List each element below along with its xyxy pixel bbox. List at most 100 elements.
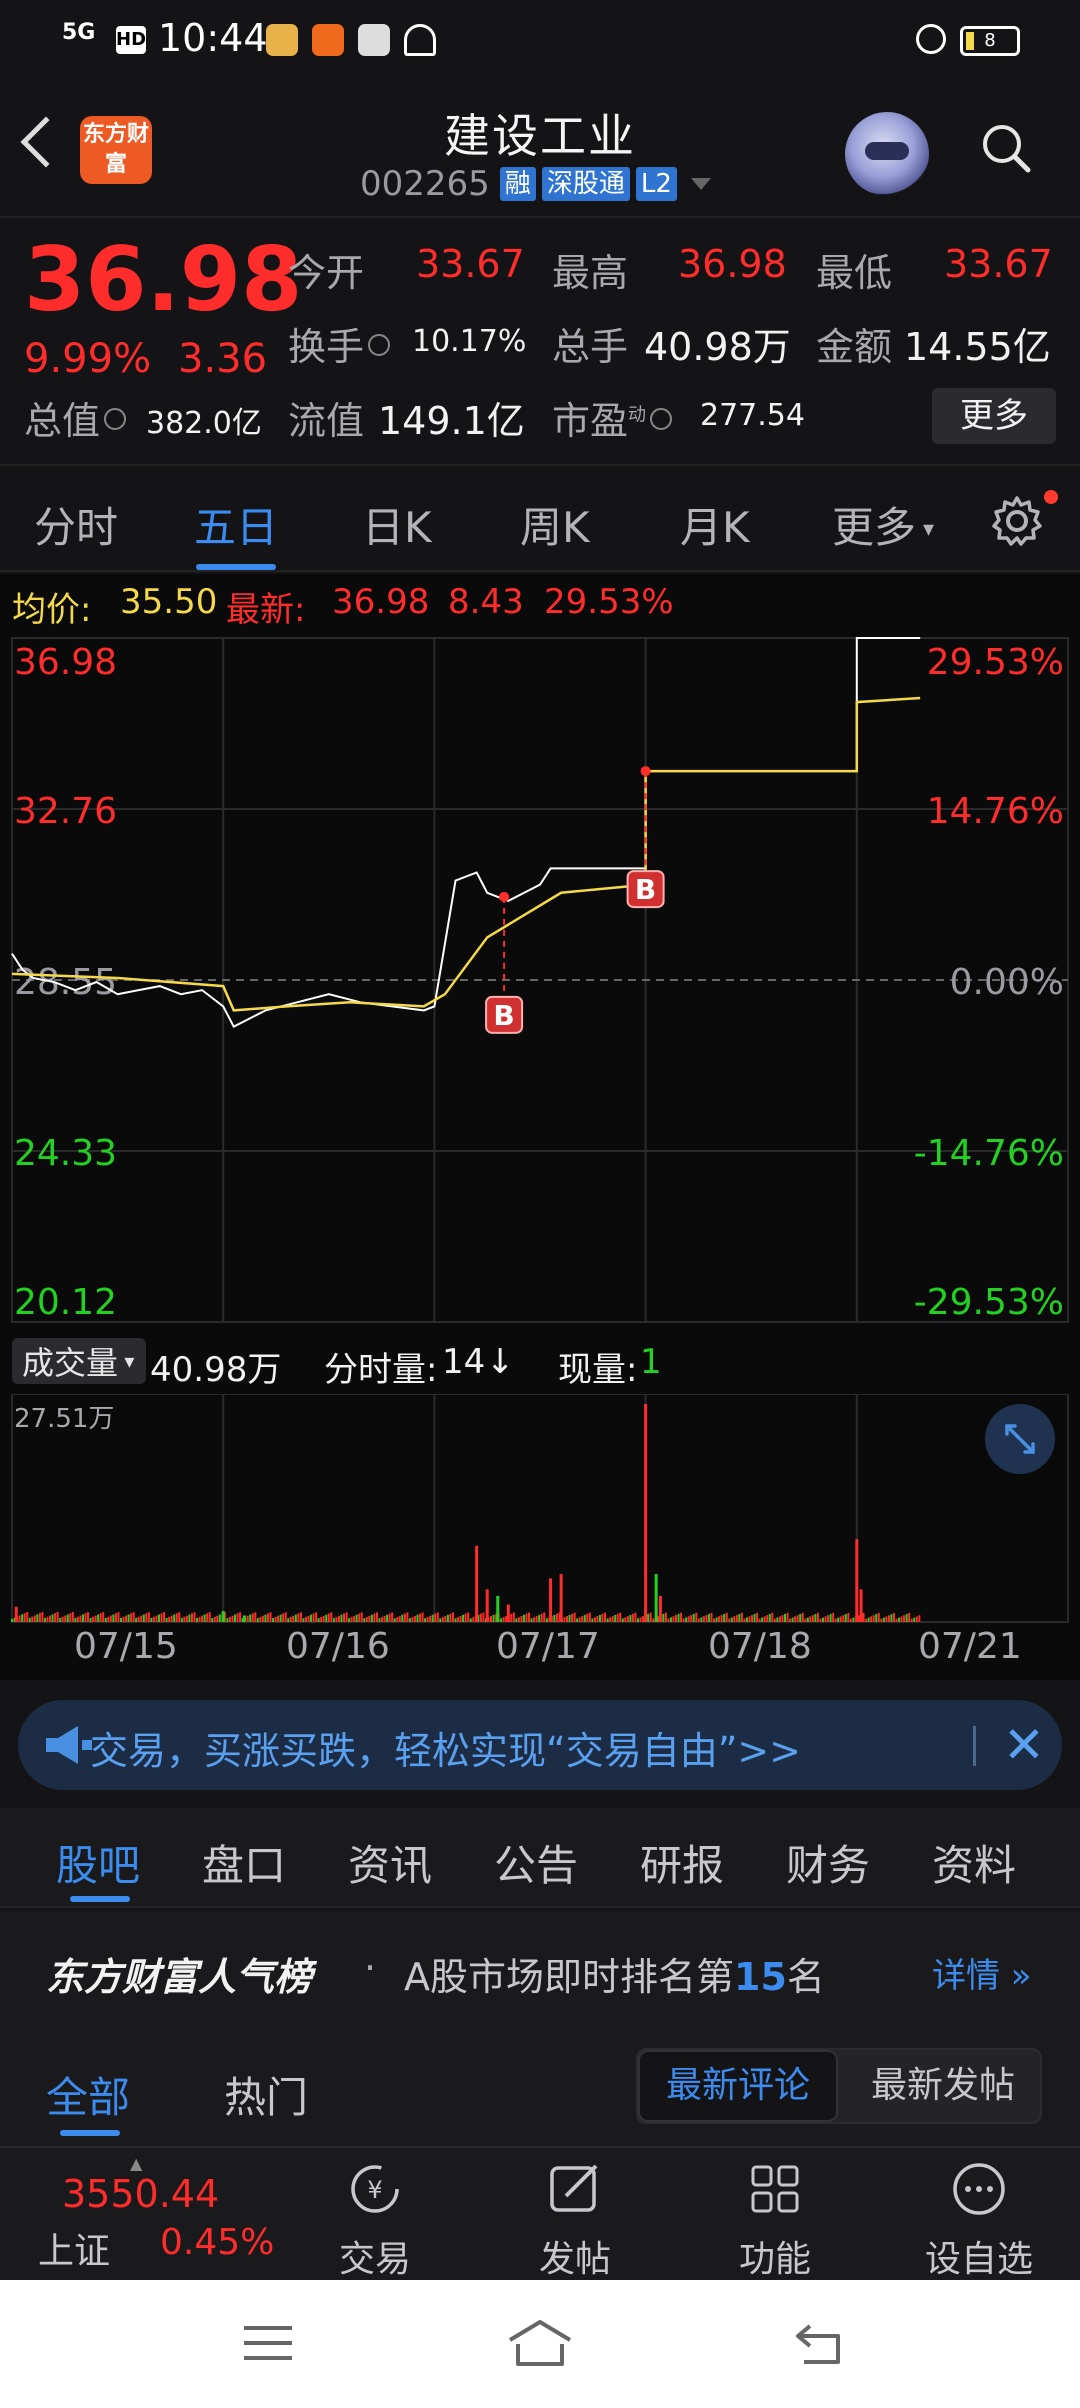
y-tick-right: 0.00% (950, 962, 1064, 1003)
y-tick-left: 20.12 (14, 1282, 117, 1323)
menu-icon[interactable] (240, 2320, 296, 2366)
nav-trade[interactable]: ¥ 交易 (300, 2158, 450, 2282)
tab-news[interactable]: 资讯 (348, 1832, 432, 1893)
rank-title: 东方财富人气榜 (46, 1955, 313, 1999)
avg-price-line (11, 696, 921, 1012)
tab-hot[interactable]: 热门 (224, 2064, 308, 2125)
amount-value: 14.55亿 (904, 325, 1051, 369)
down-arrow-icon: ↓ (486, 1342, 515, 1382)
turnover-value: 10.17% (412, 324, 527, 359)
home-icon[interactable] (504, 2316, 576, 2370)
volume-indicator-dropdown[interactable]: 成交量 ▾ (12, 1338, 146, 1384)
chevron-down-icon (690, 178, 711, 190)
latest-label: 最新: (226, 590, 306, 630)
tag-margin: 融 (499, 167, 536, 201)
signal-icon: 5G (62, 20, 96, 45)
app-notification-icon (312, 24, 344, 56)
y-tick-right: -14.76% (914, 1133, 1064, 1174)
tab-all[interactable]: 全部 (46, 2064, 130, 2125)
float-value: 149.1亿 (378, 399, 525, 443)
high-label: 最高 (552, 251, 629, 295)
y-tick-right: 14.76% (927, 791, 1064, 832)
banner-text: 交易，买涨买跌，轻松实现“交易自由”>> (90, 1729, 802, 1773)
megaphone-icon (46, 1726, 92, 1764)
info-icon (368, 334, 391, 356)
y-tick-left: 36.98 (14, 642, 117, 683)
trade-icon: ¥ (351, 2165, 399, 2213)
y-tick-left: 28.55 (14, 962, 117, 1003)
turnover-label: 换手 (288, 316, 394, 371)
date-tick: 07/16 (286, 1626, 390, 1667)
tab-weekly-k[interactable]: 周K (520, 494, 590, 555)
tag-l2: L2 (635, 167, 677, 201)
open-value: 33.67 (416, 242, 525, 286)
app-notification-icon (266, 24, 298, 56)
total-volume: 40.98万 (150, 1350, 282, 1390)
buy-marker-label: B (635, 873, 656, 906)
tab-daily-k[interactable]: 日K (362, 494, 432, 555)
settings-icon[interactable] (990, 494, 1044, 548)
stock-code-row[interactable]: 002265 融 深股通 L2 (360, 164, 711, 204)
app-notification-icon (358, 24, 390, 56)
tab-research[interactable]: 研报 (640, 1832, 724, 1893)
battery-icon: 8 (960, 26, 1020, 56)
sort-toggle: 最新评论 最新发帖 (636, 2048, 1042, 2124)
promo-banner[interactable]: 交易，买涨买跌，轻松实现“交易自由”>> ✕ (18, 1700, 1062, 1790)
alarm-icon (916, 24, 946, 54)
more-button[interactable]: 更多 (932, 388, 1056, 444)
info-icon (104, 408, 127, 430)
nav-post[interactable]: 发帖 (500, 2158, 650, 2282)
date-tick: 07/17 (496, 1626, 600, 1667)
sort-latest-post[interactable]: 最新发帖 (848, 2050, 1038, 2122)
tab-profile[interactable]: 资料 (932, 1832, 1016, 1893)
tab-announcements[interactable]: 公告 (494, 1832, 578, 1893)
pe-label: 市盈动 (552, 390, 676, 445)
nav-functions[interactable]: 功能 (700, 2158, 850, 2282)
tab-order-book[interactable]: 盘口 (202, 1832, 286, 1893)
volume-max-label: 27.51万 (14, 1404, 115, 1434)
y-tick-right: 29.53% (927, 642, 1064, 683)
date-axis: 07/15 07/16 07/17 07/18 07/21 (0, 1624, 1080, 1680)
volume-frame (11, 1394, 1069, 1623)
svg-text:¥: ¥ (367, 2176, 382, 2204)
tab-monthly-k[interactable]: 月K (680, 494, 750, 555)
volume-label: 总手 (552, 325, 629, 369)
y-tick-right: -29.53% (914, 1282, 1064, 1323)
change-percent: 9.99% (24, 336, 152, 382)
mktcap-value: 382.0亿 (146, 406, 262, 441)
double-chevron-right-icon: » (1000, 1956, 1032, 1996)
rank-text: A股市场即时排名第15名 (404, 1955, 825, 1999)
tab-stock-bar[interactable]: 股吧 (56, 1832, 140, 1893)
mktcap-label: 总值 (24, 390, 130, 445)
current-volume-label: 现量: (558, 1350, 638, 1390)
expand-icon[interactable] (985, 1404, 1055, 1474)
current-volume: 1 (640, 1342, 662, 1382)
date-tick: 07/15 (74, 1626, 178, 1667)
price-chart[interactable]: 36.98 29.53% 32.76 14.76% 28.55 0.00% 24.33 -14… (0, 630, 1080, 1330)
volume-chart[interactable]: 27.51万 (0, 1394, 1080, 1634)
more-dots-icon (953, 2163, 1005, 2215)
tab-financials[interactable]: 财务 (786, 1832, 870, 1893)
edit-icon (550, 2164, 598, 2212)
nav-add-watchlist[interactable]: 设自选 (904, 2158, 1054, 2282)
close-icon[interactable]: ✕ (1003, 1716, 1045, 1774)
index-value[interactable]: 3550.44 (62, 2172, 219, 2216)
low-value: 33.67 (944, 242, 1053, 286)
stock-code: 002265 (360, 164, 490, 204)
change-amount: 3.36 (178, 336, 268, 382)
index-name: 上证 (38, 2231, 111, 2272)
rank-number: 15 (734, 1955, 787, 1999)
tab-more[interactable]: 更多 ▾ (832, 494, 934, 555)
search-icon[interactable] (980, 122, 1032, 174)
back-nav-icon[interactable] (790, 2318, 850, 2368)
sort-latest-comment[interactable]: 最新评论 (638, 2050, 838, 2122)
robot-mascot-icon[interactable] (845, 112, 929, 196)
float-label: 流值 (288, 399, 365, 443)
tab-intraday[interactable]: 分时 (34, 494, 118, 555)
amount-label: 金额 (816, 325, 893, 369)
volume-chart-svg (11, 1394, 1069, 1623)
popularity-rank-row[interactable]: 东方财富人气榜 · A股市场即时排名第15名 详情 » (0, 1910, 1080, 2030)
tab-five-day[interactable]: 五日 (194, 494, 278, 555)
rank-detail-link[interactable]: 详情 » (932, 1948, 1032, 1997)
latest-change-pct: 29.53% (544, 582, 674, 622)
